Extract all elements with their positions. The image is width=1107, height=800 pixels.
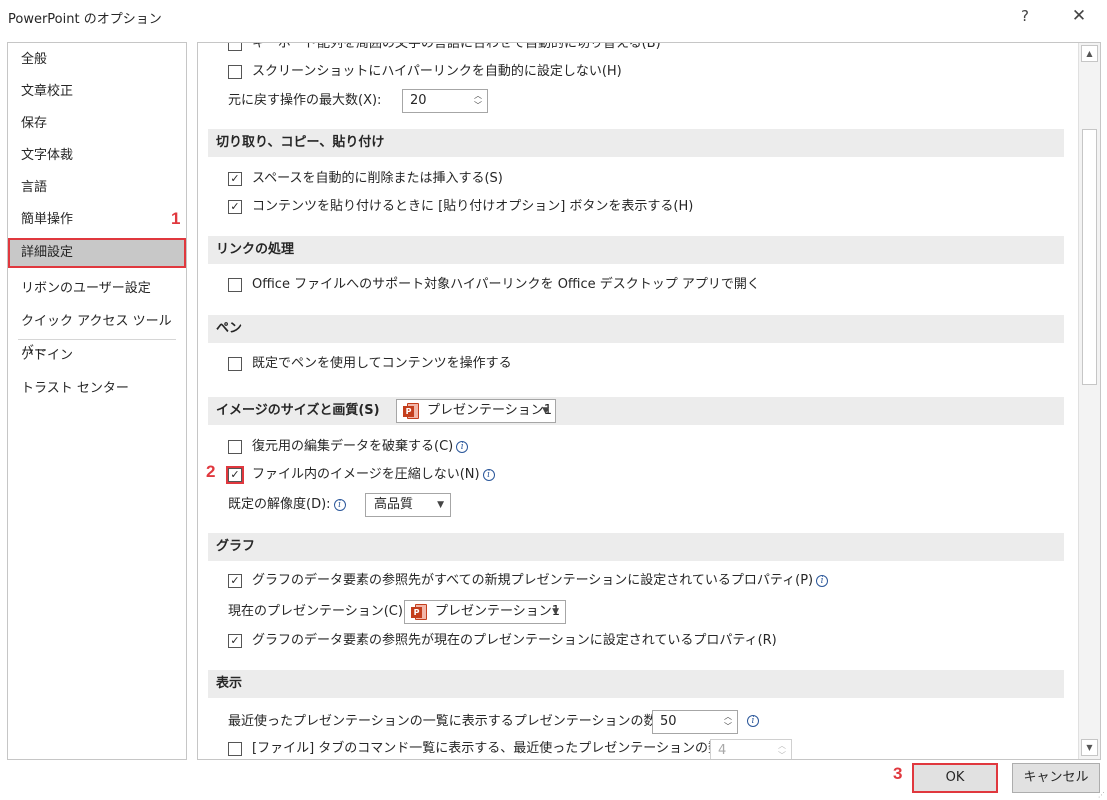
- section-header-pen: ペン: [208, 315, 1064, 343]
- undo-max-spinner[interactable]: 20 ︿ ﹀: [402, 89, 488, 113]
- sidebar-item-proofing[interactable]: 文章校正: [8, 77, 186, 107]
- chart-all-new-label: グラフのデータ要素の参照先がすべての新規プレゼンテーションに設定されているプロパ…: [252, 573, 814, 588]
- section-header-links: リンクの処理: [208, 236, 1064, 264]
- resolution-value: 高品質: [374, 497, 414, 512]
- scrollbar-thumb[interactable]: [1082, 129, 1097, 385]
- current-presentation-label: 現在のプレゼンテーション(C):: [228, 604, 408, 619]
- smart-spaces-label: スペースを自動的に削除または挿入する(S): [252, 171, 503, 186]
- file-tab-recent-value: 4: [718, 743, 727, 758]
- sidebar-divider: [18, 339, 176, 340]
- window-title: PowerPoint のオプション: [8, 12, 162, 27]
- file-tab-recent-checkbox[interactable]: [228, 742, 242, 756]
- sidebar-item-accessibility[interactable]: 簡単操作: [8, 205, 186, 235]
- sidebar: 全般 文章校正 保存 文字体裁 言語 簡単操作 詳細設定 リボンのユーザー設定 …: [7, 42, 187, 760]
- file-tab-recent-spinner[interactable]: 4 ︿ ﹀: [710, 739, 792, 759]
- chart-all-new-checkbox[interactable]: ✓: [228, 574, 242, 588]
- vertical-scrollbar[interactable]: ▲ ▼: [1078, 43, 1100, 759]
- info-icon[interactable]: i: [816, 575, 829, 587]
- annotation-step-2: 2: [206, 462, 216, 481]
- sidebar-item-general[interactable]: 全般: [8, 45, 186, 75]
- help-button[interactable]: ?: [1010, 4, 1040, 28]
- open-desktop-label: Office ファイルへのサポート対象ハイパーリンクを Office デスクトッ…: [252, 277, 760, 292]
- info-icon[interactable]: i: [747, 715, 759, 727]
- current-presentation-dropdown[interactable]: P プレゼンテーション1 ▼: [404, 600, 566, 624]
- section-header-display: 表示: [208, 670, 1064, 698]
- advanced-options: キーボード配列を周囲の文字の言語に合わせて自動的に切り替える(B) スクリーンシ…: [198, 43, 1078, 759]
- resolution-row: 既定の解像度(D): i: [228, 494, 346, 516]
- sidebar-item-language[interactable]: 言語: [8, 173, 186, 203]
- undo-max-label: 元に戻す操作の最大数(X):: [228, 93, 382, 108]
- use-pen-checkbox[interactable]: [228, 357, 242, 371]
- smart-spaces-checkbox[interactable]: ✓: [228, 172, 242, 186]
- sidebar-item-customize-ribbon[interactable]: リボンのユーザー設定: [8, 274, 186, 304]
- chevron-down-icon: ▼: [437, 500, 444, 510]
- no-compress-checkbox[interactable]: ✓: [226, 466, 244, 484]
- resize-grip-icon[interactable]: ⋰: [1098, 791, 1105, 799]
- powerpoint-file-icon: P: [403, 403, 419, 419]
- no-compress-label: ファイル内のイメージを圧縮しない(N): [252, 467, 480, 482]
- options-content-panel: キーボード配列を周囲の文字の言語に合わせて自動的に切り替える(B) スクリーンシ…: [197, 42, 1101, 760]
- info-icon[interactable]: i: [456, 441, 469, 453]
- open-desktop-checkbox[interactable]: [228, 278, 242, 292]
- sidebar-item-trust-center[interactable]: トラスト センター: [8, 374, 186, 404]
- paste-options-label: コンテンツを貼り付けるときに [貼り付けオプション] ボタンを表示する(H): [252, 199, 694, 214]
- recent-count-label: 最近使ったプレゼンテーションの一覧に表示するプレゼンテーションの数(R):: [228, 714, 681, 729]
- no-screenshot-hyperlink-checkbox[interactable]: [228, 65, 242, 79]
- ime-auto-switch-checkbox[interactable]: [228, 43, 242, 51]
- image-size-header-label: イメージのサイズと画質(S): [216, 403, 380, 418]
- recent-count-spinner[interactable]: 50 ︿ ﹀: [652, 710, 738, 734]
- image-size-file-dropdown[interactable]: P プレゼンテーション1 ▼: [396, 399, 556, 423]
- info-icon[interactable]: i: [333, 499, 346, 511]
- scroll-up-icon[interactable]: ▲: [1081, 45, 1098, 62]
- ime-auto-switch-label: キーボード配列を周囲の文字の言語に合わせて自動的に切り替える(B): [252, 42, 661, 51]
- no-screenshot-hyperlink-label: スクリーンショットにハイパーリンクを自動的に設定しない(H): [252, 64, 622, 79]
- sidebar-item-typography[interactable]: 文字体裁: [8, 141, 186, 171]
- sidebar-item-quick-access-toolbar[interactable]: クイック アクセス ツール バー: [8, 307, 186, 359]
- ok-button[interactable]: OK: [912, 763, 998, 793]
- discard-edit-data-checkbox[interactable]: [228, 440, 242, 454]
- spinner-arrows-icon[interactable]: ︿ ﹀: [777, 741, 787, 759]
- title-bar: PowerPoint のオプション ? ✕: [0, 0, 1107, 32]
- spinner-arrows-icon[interactable]: ︿ ﹀: [723, 712, 733, 732]
- chart-current-prop-label: グラフのデータ要素の参照先が現在のプレゼンテーションに設定されているプロパティ(…: [252, 633, 777, 648]
- resolution-label: 既定の解像度(D):: [228, 497, 331, 512]
- file-tab-recent-label: [ファイル] タブのコマンド一覧に表示する、最近使ったプレゼンテーションの数(Q…: [252, 741, 746, 756]
- image-size-file-value: プレゼンテーション1: [427, 403, 553, 418]
- chart-current-prop-checkbox[interactable]: ✓: [228, 634, 242, 648]
- spinner-arrows-icon[interactable]: ︿ ﹀: [473, 91, 483, 111]
- paste-options-checkbox[interactable]: ✓: [228, 200, 242, 214]
- section-header-chart: グラフ: [208, 533, 1064, 561]
- sidebar-item-advanced[interactable]: 詳細設定: [8, 238, 186, 268]
- chevron-down-icon: ▼: [542, 406, 549, 416]
- current-presentation-value: プレゼンテーション1: [435, 604, 561, 619]
- section-header-image-size: イメージのサイズと画質(S): [208, 397, 1064, 425]
- scroll-down-icon[interactable]: ▼: [1081, 739, 1098, 756]
- sidebar-item-add-ins[interactable]: アドイン: [8, 341, 186, 371]
- undo-max-value: 20: [410, 93, 427, 108]
- discard-edit-data-label: 復元用の編集データを破棄する(C): [252, 439, 454, 454]
- use-pen-label: 既定でペンを使用してコンテンツを操作する: [252, 356, 512, 371]
- cancel-button[interactable]: キャンセル: [1012, 763, 1100, 793]
- info-icon[interactable]: i: [482, 469, 495, 481]
- annotation-step-3: 3: [893, 764, 903, 783]
- chevron-down-icon: ▼: [552, 607, 559, 617]
- section-header-cut-copy-paste: 切り取り、コピー、貼り付け: [208, 129, 1064, 157]
- sidebar-item-save[interactable]: 保存: [8, 109, 186, 139]
- recent-count-value: 50: [660, 714, 677, 729]
- powerpoint-file-icon: P: [411, 604, 427, 620]
- close-button[interactable]: ✕: [1064, 4, 1094, 28]
- resolution-dropdown[interactable]: 高品質 ▼: [365, 493, 451, 517]
- annotation-step-1: 1: [171, 209, 181, 228]
